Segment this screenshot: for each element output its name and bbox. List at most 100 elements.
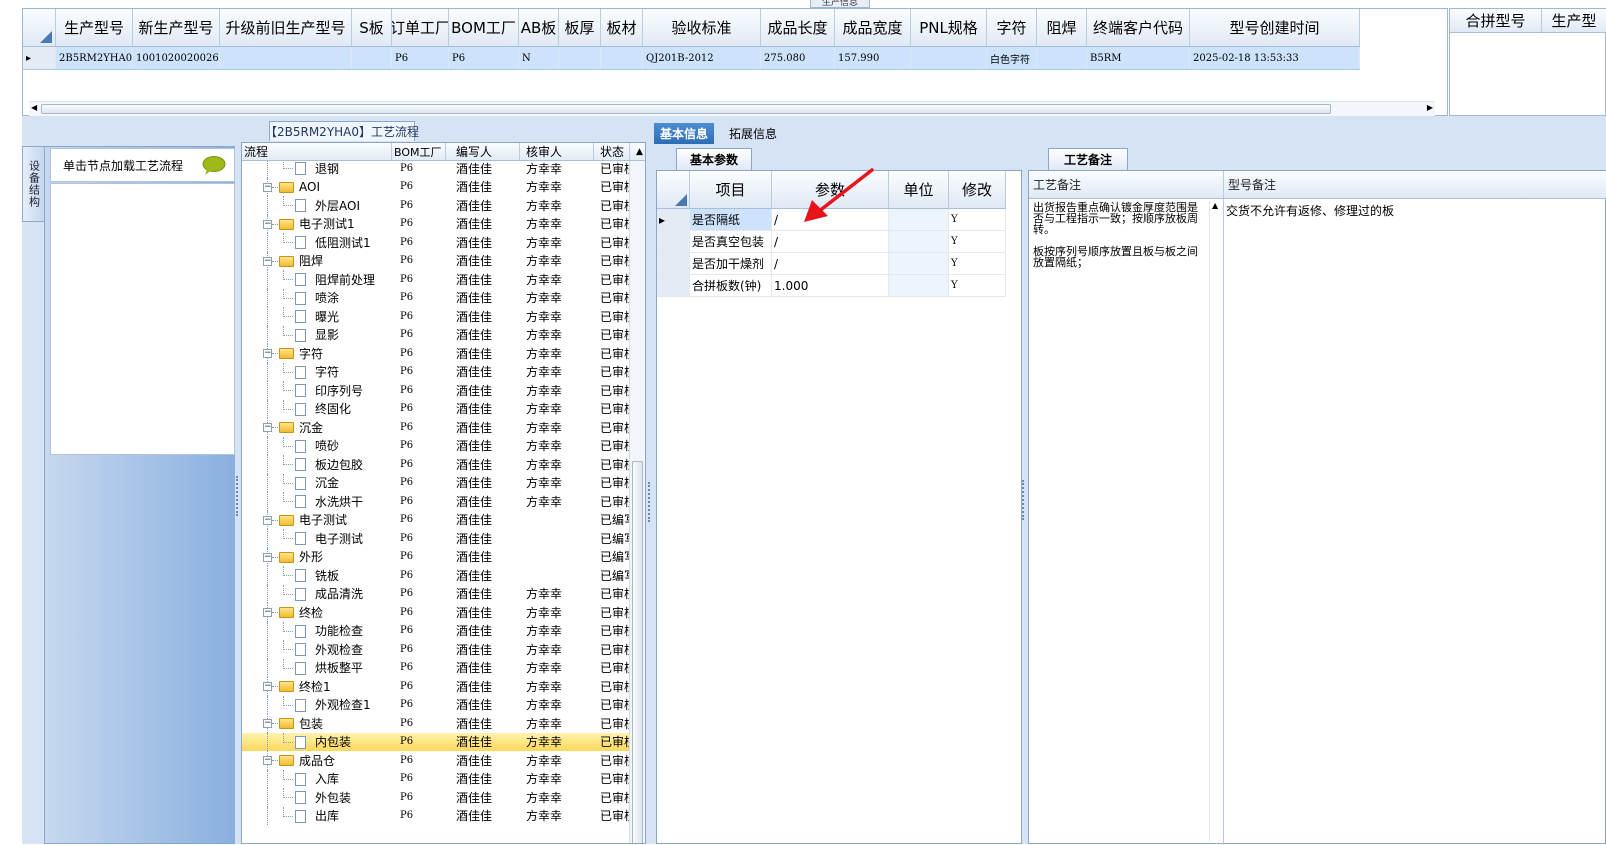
hscroll-thumb[interactable]	[41, 104, 1331, 114]
param-param-cell[interactable]: 1.000	[772, 275, 889, 296]
row-indicator-icon[interactable]: ▸	[23, 47, 56, 69]
tree-row[interactable]: 外包装 P6 酒佳佳 方幸幸 已审核	[242, 788, 630, 807]
top-grid-row[interactable]: ▸ 2B5RM2YHA0 10010200200265 P6 P6 N QJ201B-201…	[23, 47, 1360, 70]
col-modify[interactable]: 修改	[949, 171, 1006, 208]
top-cell[interactable]: QJ201B-2012	[643, 47, 761, 69]
row-indicator-icon[interactable]	[657, 253, 690, 274]
param-unit-cell[interactable]	[889, 231, 949, 252]
tab-basic-info[interactable]: 基本信息	[654, 123, 715, 144]
row-indicator-icon[interactable]	[657, 231, 690, 252]
right-splitter-grip[interactable]	[1022, 480, 1025, 520]
top-col-header[interactable]: 终端客户代码	[1087, 9, 1190, 46]
top-cell[interactable]: P6	[392, 47, 449, 69]
note-scrollbar[interactable]: ▲	[1209, 201, 1221, 841]
param-mod-cell[interactable]: Y	[949, 275, 1006, 296]
top-col-header[interactable]: PNL规格	[911, 9, 987, 46]
param-row[interactable]: 合拼板数(钟) 1.000 Y	[657, 275, 1006, 297]
tree-row[interactable]: 外观检查 P6 酒佳佳 方幸幸 已审核	[242, 640, 630, 659]
param-row[interactable]: 是否真空包装 / Y	[657, 231, 1006, 253]
top-col-header[interactable]: 成品宽度	[835, 9, 911, 46]
top-cell[interactable]: 白色字符	[987, 47, 1037, 69]
tree-row[interactable]: − 沉金 P6 酒佳佳 方幸幸 已审核	[242, 418, 630, 437]
tree-row[interactable]: 出库 P6 酒佳佳 方幸幸 已审核	[242, 806, 630, 825]
tree-row[interactable]: 显影 P6 酒佳佳 方幸幸 已审核	[242, 325, 630, 344]
tree-row[interactable]: − 包装 P6 酒佳佳 方幸幸 已审核	[242, 714, 630, 733]
col-reviewer[interactable]: 核审人	[520, 143, 594, 160]
param-item-cell[interactable]: 是否隔纸	[690, 209, 772, 230]
top-col-header[interactable]: 生产型号	[56, 9, 133, 46]
col-status[interactable]: 状态	[594, 143, 630, 160]
collapse-icon[interactable]: −	[263, 256, 272, 266]
tree-row[interactable]: − 成品仓 P6 酒佳佳 方幸幸 已审核	[242, 751, 630, 770]
top-col-header[interactable]: 订单工厂	[392, 9, 449, 46]
top-col-header[interactable]: 型号创建时间	[1190, 9, 1360, 46]
tree-row[interactable]: − 电子测试1 P6 酒佳佳 方幸幸 已审核	[242, 214, 630, 233]
param-mod-cell[interactable]: Y	[949, 253, 1006, 274]
tree-vscroll[interactable]	[629, 161, 645, 843]
collapse-icon[interactable]: −	[263, 515, 272, 525]
tree-row[interactable]: 外层AOI P6 酒佳佳 方幸幸 已审核	[242, 196, 630, 215]
tree-row[interactable]: 终固化 P6 酒佳佳 方幸幸 已审核	[242, 399, 630, 418]
col-model-note[interactable]: 型号备注	[1224, 171, 1606, 198]
top-cell[interactable]	[559, 47, 601, 69]
top-cell[interactable]	[1037, 47, 1087, 69]
tree-row[interactable]: 功能检查 P6 酒佳佳 方幸幸 已审核	[242, 621, 630, 640]
tab-basic-params[interactable]: 基本参数	[676, 148, 752, 170]
top-col-header[interactable]: 字符	[987, 9, 1037, 46]
middle-splitter[interactable]	[646, 122, 654, 844]
collapse-icon[interactable]: −	[263, 219, 272, 229]
tree-row[interactable]: 曝光 P6 酒佳佳 方幸幸 已审核	[242, 307, 630, 326]
tree-row[interactable]: 铣板 P6 酒佳佳 已编写	[242, 566, 630, 585]
row-indicator-icon[interactable]	[657, 275, 690, 296]
top-col-header[interactable]: S板	[352, 9, 392, 46]
top-cell[interactable]: 2025-02-18 13:53:33	[1190, 47, 1360, 69]
param-item-cell[interactable]: 是否真空包装	[690, 231, 772, 252]
tree-row[interactable]: − 字符 P6 酒佳佳 方幸幸 已审核	[242, 344, 630, 363]
collapse-icon[interactable]: −	[263, 552, 272, 562]
top-col-header[interactable]: AB板	[519, 9, 559, 46]
tree-row[interactable]: 入库 P6 酒佳佳 方幸幸 已审核	[242, 769, 630, 788]
collapse-icon[interactable]: −	[263, 682, 272, 691]
nav-hint-button[interactable]: 单击节点加载工艺流程	[50, 148, 235, 182]
tree-row[interactable]: 喷涂 P6 酒佳佳 方幸幸 已审核	[242, 288, 630, 307]
top-cell[interactable]	[911, 47, 987, 69]
top-col-header[interactable]: 新生产型号	[133, 9, 220, 46]
scroll-up-icon[interactable]: ▲	[630, 143, 645, 160]
top-col-header[interactable]: BOM工厂	[449, 9, 519, 46]
param-item-cell[interactable]: 合拼板数(钟)	[690, 275, 772, 296]
collapse-icon[interactable]: −	[263, 756, 272, 765]
tree-row[interactable]: − AOI P6 酒佳佳 方幸幸 已审核	[242, 177, 630, 196]
tree-row[interactable]: 成品清洗 P6 酒佳佳 方幸幸 已审核	[242, 584, 630, 603]
tree-row[interactable]: 印序列号 P6 酒佳佳 方幸幸 已审核	[242, 381, 630, 400]
collapse-icon[interactable]: −	[263, 608, 272, 617]
tree-row[interactable]: 低阻测试1 P6 酒佳佳 方幸幸 已审核	[242, 233, 630, 252]
row-indicator-icon[interactable]: ▸	[657, 209, 690, 230]
tree-row[interactable]: 内包装 P6 酒佳佳 方幸幸 已审核	[242, 732, 630, 751]
col-item[interactable]: 项目	[690, 171, 772, 208]
scroll-left-icon[interactable]: ◀	[31, 103, 37, 112]
top-cell[interactable]: 275.080	[761, 47, 835, 69]
production-model-header[interactable]: 生产型	[1542, 9, 1606, 33]
col-bom-factory[interactable]: BOM工厂	[392, 143, 446, 160]
col-unit[interactable]: 单位	[889, 171, 949, 208]
tree-row[interactable]: 烘板整平 P6 酒佳佳 方幸幸 已审核	[242, 658, 630, 677]
top-col-header[interactable]: 验收标准	[643, 9, 761, 46]
param-param-cell[interactable]: /	[772, 231, 889, 252]
tree-row[interactable]: 水洗烘干 P6 酒佳佳 方幸幸 已审核	[242, 492, 630, 511]
tab-extended-info[interactable]: 拓展信息	[723, 123, 783, 144]
param-param-cell[interactable]: /	[772, 253, 889, 274]
param-item-cell[interactable]: 是否加干燥剂	[690, 253, 772, 274]
collapse-icon[interactable]: −	[263, 349, 272, 358]
tree-row[interactable]: 阻焊前处理 P6 酒佳佳 方幸幸 已审核	[242, 270, 630, 289]
top-cell[interactable]: N	[519, 47, 559, 69]
tree-row[interactable]: 退钢 P6 酒佳佳 方幸幸 已审核	[242, 161, 630, 178]
top-grid-hscroll[interactable]: ◀ ▶	[29, 101, 1435, 116]
top-cell[interactable]: 157.990	[835, 47, 911, 69]
collapse-icon[interactable]: −	[263, 719, 272, 728]
top-col-header[interactable]: 升级前旧生产型号	[220, 9, 352, 46]
tab-process-notes[interactable]: 工艺备注	[1048, 148, 1128, 170]
collapse-icon[interactable]: −	[263, 182, 272, 192]
tree-row[interactable]: 板边包胶 P6 酒佳佳 方幸幸 已审核	[242, 455, 630, 474]
tree-row[interactable]: 沉金 P6 酒佳佳 方幸幸 已审核	[242, 473, 630, 492]
param-unit-cell[interactable]	[889, 253, 949, 274]
